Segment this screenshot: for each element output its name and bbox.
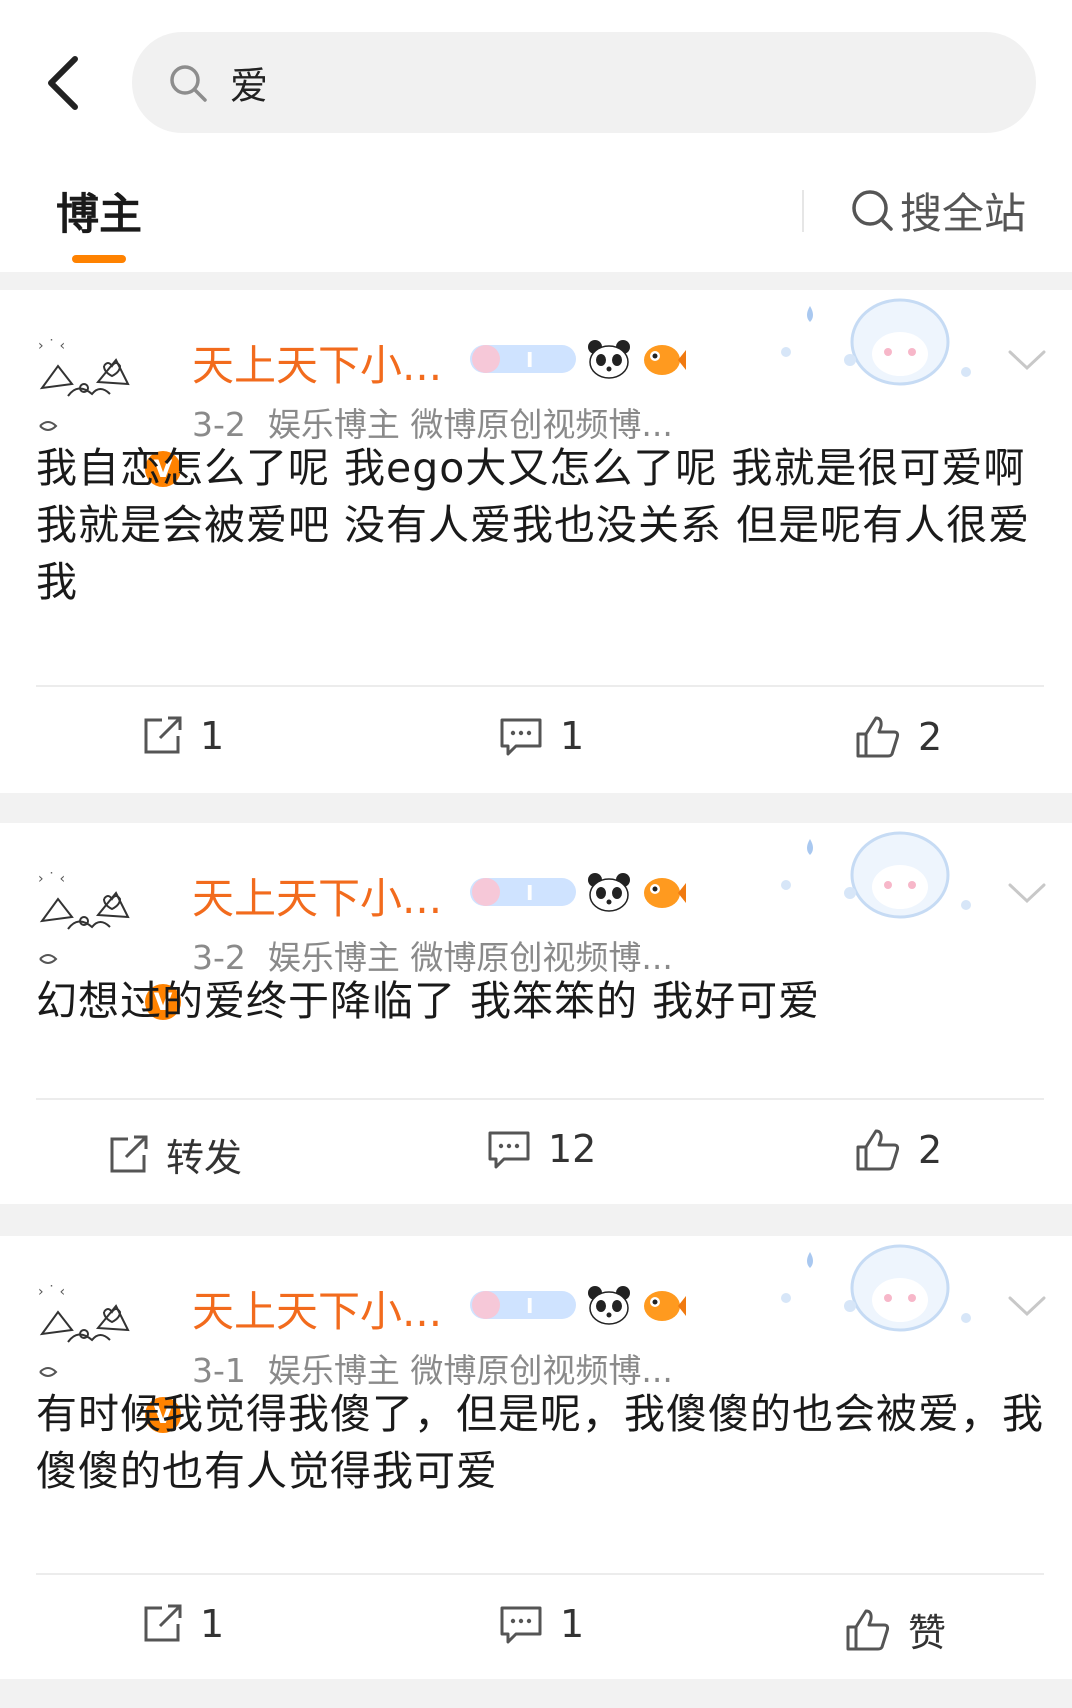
member-badge-label: I xyxy=(526,348,533,372)
like-button[interactable]: 2 xyxy=(854,714,942,760)
panda-icon xyxy=(588,1286,630,1325)
post-content[interactable]: 幻想过的爱终于降临了 我笨笨的 我好可爱 xyxy=(36,973,1046,1030)
post-date: 3-2 xyxy=(192,938,246,977)
member-badge-icon: I xyxy=(470,345,576,373)
search-query: 爱 xyxy=(230,64,270,108)
tab-blogger[interactable]: 博主 xyxy=(56,180,142,240)
comment-count: 12 xyxy=(548,1127,597,1171)
repost-count: 转发 xyxy=(166,1136,243,1180)
header: 爱 博主 搜全站 xyxy=(0,0,1072,272)
repost-count: 1 xyxy=(200,714,225,758)
repost-icon xyxy=(110,1135,148,1172)
repost-icon xyxy=(144,1604,182,1642)
author-name[interactable]: 天上天下小... xyxy=(192,332,442,393)
search-all-button[interactable]: 搜全站 xyxy=(850,180,1026,240)
card-decoration xyxy=(781,831,971,919)
repost-icon xyxy=(144,716,182,754)
like-icon xyxy=(856,1129,900,1171)
panda-icon xyxy=(588,873,630,912)
author-name[interactable]: 天上天下小... xyxy=(192,865,442,926)
repost-count: 1 xyxy=(200,1602,225,1646)
chevron-down-icon[interactable] xyxy=(1002,873,1052,913)
like-icon xyxy=(856,716,900,758)
comment-button[interactable]: 1 xyxy=(498,714,584,758)
member-badge-label: I xyxy=(526,1294,533,1318)
avatar-drawing: › ˙ ‹ xyxy=(30,861,158,989)
svg-text:› ˙ ‹: › ˙ ‹ xyxy=(38,338,65,354)
author-tags: 娱乐博主 微博原创视频博... xyxy=(267,938,673,977)
member-badge-icon: I xyxy=(470,878,576,906)
comment-icon xyxy=(488,1131,530,1169)
search-results-page: 爱 博主 搜全站 › ˙ ‹ V 天上天下小... I 3-2 娱乐博主 微博原… xyxy=(0,0,1072,1708)
repost-button[interactable]: 1 xyxy=(140,714,224,758)
post-card[interactable]: › ˙ ‹ V 天上天下小... I 3-1 娱乐博主 微博原创视频博... 有… xyxy=(0,1236,1072,1679)
avatar[interactable]: › ˙ ‹ V xyxy=(28,326,184,490)
card-divider xyxy=(36,1573,1044,1575)
comment-count: 1 xyxy=(560,714,585,758)
avatar[interactable]: › ˙ ‹ V xyxy=(28,859,184,1023)
search-input[interactable]: 爱 xyxy=(132,32,1036,133)
comment-button[interactable]: 1 xyxy=(498,1602,584,1646)
avatar-drawing: › ˙ ‹ xyxy=(30,328,158,456)
active-tab-indicator xyxy=(72,255,126,263)
repost-button[interactable]: 1 xyxy=(140,1602,224,1646)
like-count: 2 xyxy=(918,715,943,759)
like-icon xyxy=(846,1609,890,1650)
comment-count: 1 xyxy=(560,1602,585,1646)
user-badges: I xyxy=(468,334,686,384)
avatar[interactable]: › ˙ ‹ V xyxy=(28,1272,184,1436)
back-button[interactable] xyxy=(38,50,88,116)
fish-icon xyxy=(644,1291,686,1321)
avatar-drawing: › ˙ ‹ xyxy=(30,1274,158,1402)
chevron-down-icon[interactable] xyxy=(1002,340,1052,380)
search-all-label: 搜全站 xyxy=(900,188,1027,238)
member-badge-icon: I xyxy=(470,1291,576,1319)
post-date: 3-1 xyxy=(192,1351,246,1390)
comment-icon xyxy=(500,718,542,756)
back-arrow-icon xyxy=(48,56,78,110)
svg-text:› ˙ ‹: › ˙ ‹ xyxy=(38,1284,65,1300)
post-card[interactable]: › ˙ ‹ V 天上天下小... I 3-2 娱乐博主 xyxy=(0,290,1072,793)
post-date: 3-2 xyxy=(192,405,246,444)
post-card[interactable]: › ˙ ‹ V 天上天下小... I 3-2 娱乐博主 xyxy=(0,823,1072,1204)
panda-icon xyxy=(588,340,630,379)
chevron-down-icon[interactable] xyxy=(1002,1286,1052,1326)
like-button[interactable]: 2 xyxy=(854,1127,942,1173)
search-icon xyxy=(852,190,893,231)
author-tags: 娱乐博主 微博原创视频博... xyxy=(267,1351,673,1390)
author-name[interactable]: 天上天下小... xyxy=(192,1278,442,1339)
comment-icon xyxy=(500,1606,542,1644)
post-meta: 3-2 娱乐博主 微博原创视频博... xyxy=(192,931,673,979)
post-content[interactable]: 我自恋怎么了呢 我ego大又怎么了呢 我就是很可爱啊 我就是会被爱吧 没有人爱我… xyxy=(36,440,1046,611)
like-count: 赞 xyxy=(908,1611,947,1655)
fish-icon xyxy=(644,878,686,908)
post-meta: 3-2 娱乐博主 微博原创视频博... xyxy=(192,398,673,446)
svg-text:› ˙ ‹: › ˙ ‹ xyxy=(38,871,65,887)
search-icon xyxy=(170,64,207,102)
post-content[interactable]: 有时候我觉得我傻了，但是呢，我傻傻的也会被爱，我傻傻的也有人觉得我可爱 xyxy=(36,1386,1046,1500)
comment-button[interactable]: 12 xyxy=(486,1127,596,1171)
card-decoration xyxy=(781,298,971,386)
card-divider xyxy=(36,685,1044,687)
post-meta: 3-1 娱乐博主 微博原创视频博... xyxy=(192,1344,673,1392)
repost-button[interactable]: 转发 xyxy=(106,1127,242,1182)
fish-icon xyxy=(644,345,686,375)
member-badge-label: I xyxy=(526,881,533,905)
card-decoration xyxy=(781,1244,971,1332)
author-tags: 娱乐博主 微博原创视频博... xyxy=(267,405,673,444)
like-count: 2 xyxy=(918,1128,943,1172)
tab-divider xyxy=(802,190,804,232)
like-button[interactable]: 赞 xyxy=(844,1602,946,1657)
user-badges: I xyxy=(468,867,686,917)
user-badges: I xyxy=(468,1280,686,1330)
card-divider xyxy=(36,1098,1044,1100)
